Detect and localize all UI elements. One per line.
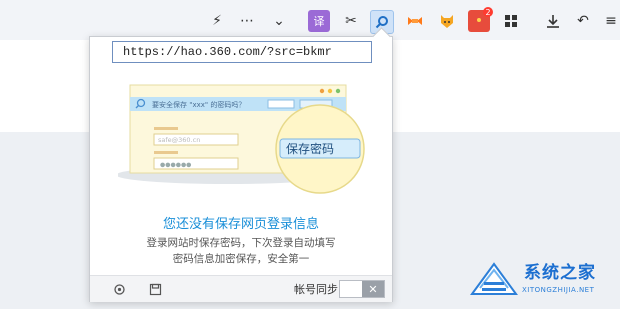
- game-extension-icon[interactable]: [404, 10, 426, 32]
- red-envelope-extension-icon[interactable]: 2: [468, 7, 493, 32]
- save-password-illustration: 要安全保存 "xxx" 的密码吗？ safe@360.cn ●●●●●● 保存密…: [118, 84, 365, 194]
- undo-icon[interactable]: ↶: [572, 10, 594, 32]
- illustration-save-password-button: 保存密码: [286, 141, 334, 156]
- translate-extension-icon[interactable]: 译: [308, 10, 330, 32]
- watermark-url: XITONGZHIJIA.NET: [522, 286, 595, 294]
- menu-icon[interactable]: ≡: [600, 10, 620, 32]
- watermark-logo-icon: [470, 262, 518, 295]
- more-icon[interactable]: ⋯: [236, 10, 258, 32]
- chevron-down-icon[interactable]: ⌄: [268, 10, 290, 32]
- illustration-prompt-text: 要安全保存 "xxx" 的密码吗？: [152, 100, 245, 109]
- translate-label: 译: [313, 15, 325, 28]
- watermark-title: 系统之家: [524, 263, 596, 283]
- browser-toolbar: ⚡ ⋯ ⌄ 译 ✂ 2 ↶ ≡: [0, 0, 620, 41]
- illustration-email-field: safe@360.cn: [158, 136, 200, 144]
- popup-title: 您还没有保存网页登录信息: [162, 217, 319, 232]
- apps-grid-icon[interactable]: [500, 10, 522, 32]
- fox-extension-icon[interactable]: [436, 10, 458, 32]
- account-sync-toggle[interactable]: ✕: [339, 280, 385, 298]
- account-sync-label: 帐号同步: [294, 283, 338, 296]
- settings-icon[interactable]: [110, 280, 128, 298]
- popup-footer: 帐号同步 ✕: [90, 275, 392, 302]
- description-line-1: 登录网站时保存密码，下次登录自动填写: [146, 237, 336, 249]
- notification-badge: 2: [483, 7, 493, 17]
- watermark: 系统之家 XITONGZHIJIA.NET: [466, 256, 616, 304]
- scissors-icon[interactable]: ✂: [340, 10, 362, 32]
- save-page-icon[interactable]: [146, 280, 164, 298]
- illustration-password-field: ●●●●●●: [160, 162, 191, 169]
- url-field[interactable]: https://hao.360.com/?src=bkmr: [112, 41, 372, 63]
- description-line-2: 密码信息加密保存，安全第一: [172, 253, 310, 265]
- password-manager-popup: https://hao.360.com/?src=bkmr 要安全保存 "xxx…: [89, 27, 393, 302]
- popup-description: 登录网站时保存密码，下次登录自动填写 密码信息加密保存，安全第一: [90, 235, 392, 267]
- download-icon[interactable]: [542, 10, 564, 32]
- toggle-off-icon: ✕: [362, 281, 384, 297]
- lightning-icon[interactable]: ⚡: [206, 10, 228, 32]
